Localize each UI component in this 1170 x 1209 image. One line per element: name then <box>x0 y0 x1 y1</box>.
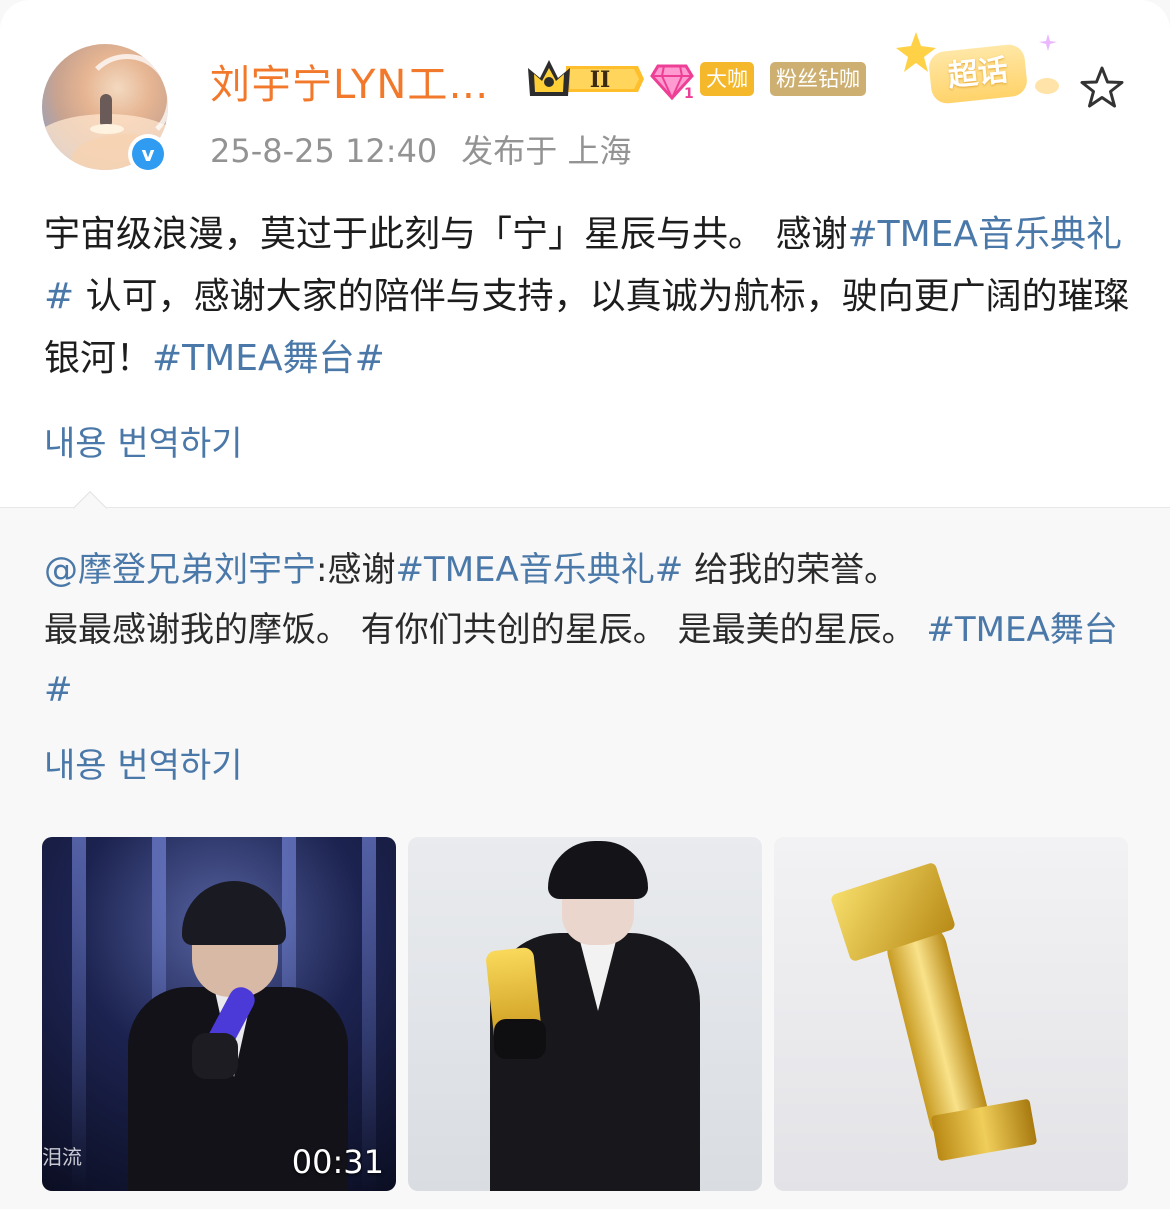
media-grid: 泪流 00:31 <box>42 837 1128 1191</box>
hashtag-link[interactable]: #TMEA音乐典礼# <box>395 550 683 590</box>
svg-text:11: 11 <box>684 86 694 100</box>
super-topic-badge[interactable]: 超话 <box>892 30 1062 110</box>
diamond-icon[interactable]: 11 <box>650 60 694 100</box>
repost-text-part: 给我的荣誉。 <box>683 550 899 590</box>
repost-text-part: 最最感谢我的摩饭。 有你们共创的星辰。 是最美的星辰。 <box>44 610 927 650</box>
fan-diamond-badge[interactable]: 粉丝钻咖 <box>770 62 866 96</box>
post-meta: 25-8-25 12:40 发布于 上海 <box>210 126 631 172</box>
verified-badge-icon: v <box>128 134 168 174</box>
post-body: 宇宙级浪漫，莫过于此刻与「宁」星辰与共。 感谢#TMEA音乐典礼# 认可，感谢大… <box>44 204 1134 390</box>
author-name[interactable]: 刘宇宁LYN工… <box>210 52 489 110</box>
star-outline-icon[interactable] <box>1078 64 1126 112</box>
repost-text-part: :感谢 <box>316 550 396 590</box>
weibo-post-card: v 刘宇宁LYN工… II 11 大咖 粉丝钻咖 超话 25-8-25 12:4… <box>0 0 1170 1209</box>
post-location: 发布于 上海 <box>461 132 632 170</box>
daka-badge[interactable]: 大咖 <box>700 62 754 96</box>
post-text-part: 宇宙级浪漫，莫过于此刻与「宁」星辰与共。 感谢 <box>44 214 848 255</box>
image-thumbnail[interactable] <box>774 837 1128 1191</box>
video-duration: 00:31 <box>291 1143 384 1181</box>
translate-link[interactable]: 내용 번역하기 <box>44 738 243 787</box>
rank-label: II <box>590 67 611 93</box>
mention-link[interactable]: @摩登兄弟刘宇宁 <box>44 550 316 590</box>
video-thumbnail[interactable]: 泪流 00:31 <box>42 837 396 1191</box>
image-thumbnail[interactable] <box>408 837 762 1191</box>
video-caption: 泪流 <box>42 1145 82 1169</box>
post-timestamp: 25-8-25 12:40 <box>210 132 438 170</box>
divider <box>0 507 1170 508</box>
crown-rank-icon[interactable]: II <box>526 56 644 102</box>
repost-body: @摩登兄弟刘宇宁:感谢#TMEA音乐典礼# 给我的荣誉。最最感谢我的摩饭。 有你… <box>44 540 1134 720</box>
translate-link[interactable]: 내용 번역하기 <box>44 416 243 465</box>
hashtag-link[interactable]: #TMEA舞台# <box>152 338 385 379</box>
super-topic-label: 超话 <box>927 43 1029 105</box>
